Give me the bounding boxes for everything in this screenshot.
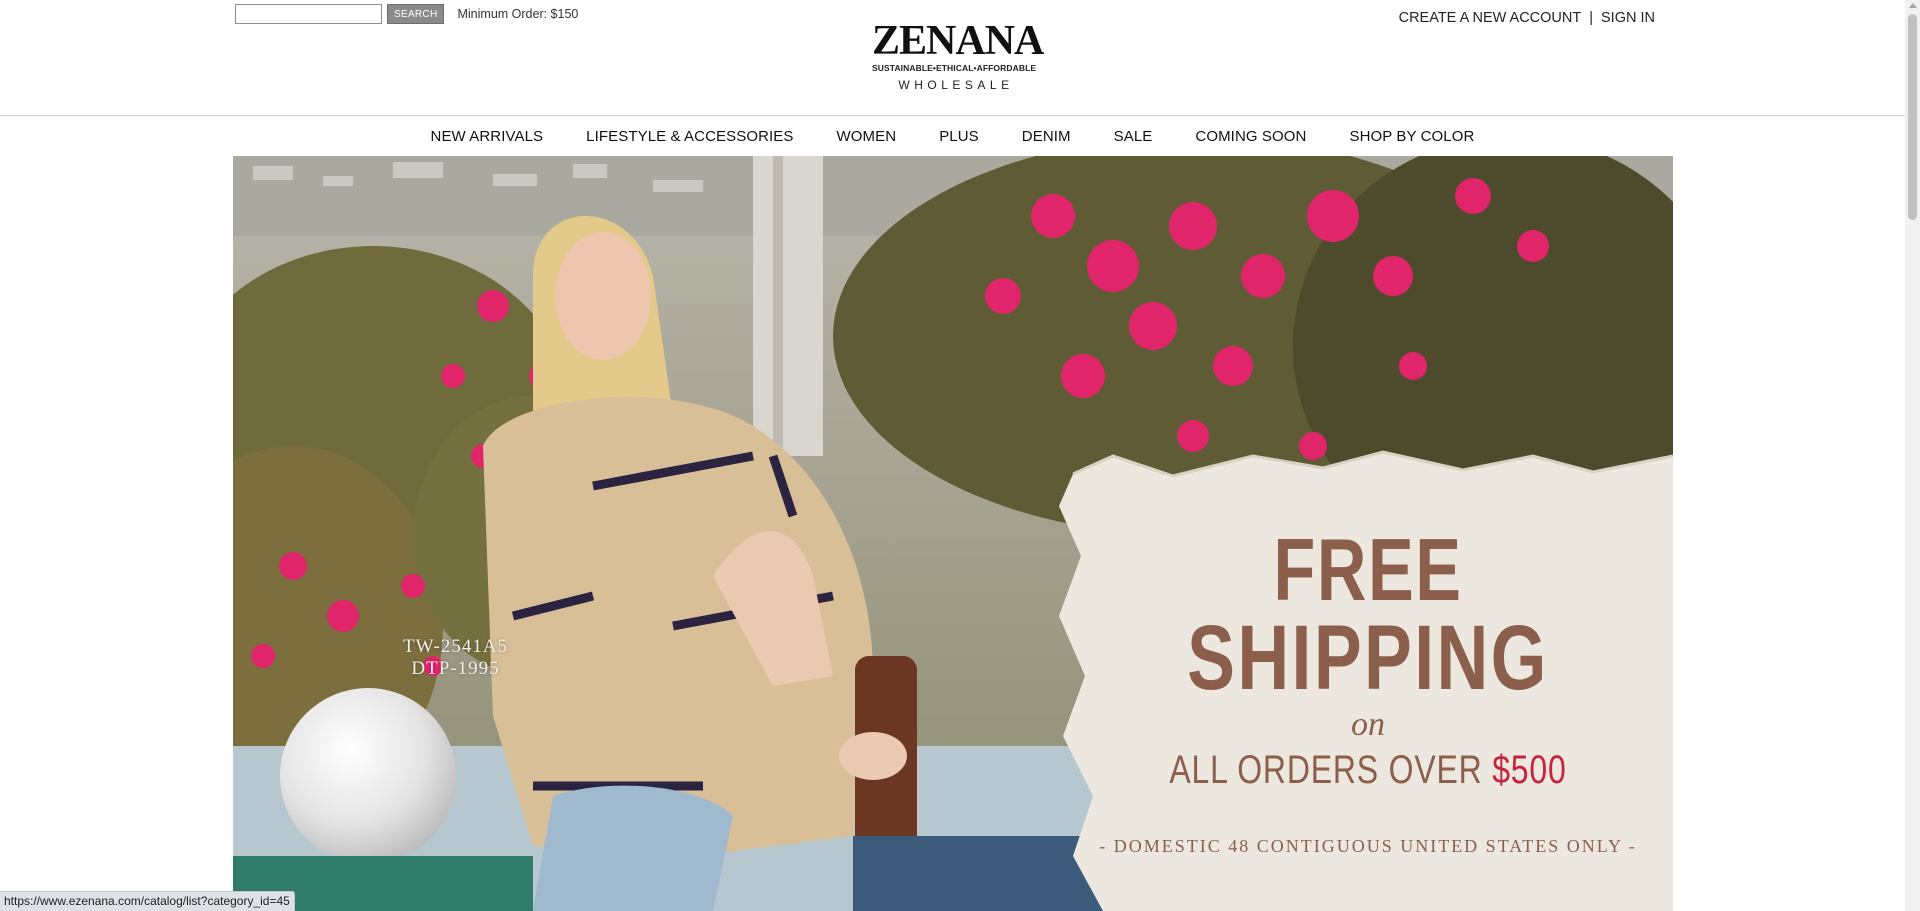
search-button[interactable]: SEARCH xyxy=(387,4,445,24)
nav-lifestyle-accessories[interactable]: LIFESTYLE & ACCESSORIES xyxy=(586,128,793,145)
search-input[interactable] xyxy=(235,4,382,24)
nav-shop-by-color[interactable]: SHOP BY COLOR xyxy=(1350,128,1475,145)
account-separator: | xyxy=(1589,10,1594,26)
logo-subtitle: WHOLESALE xyxy=(898,78,1014,92)
promo-orders-amount: $500 xyxy=(1492,748,1567,792)
promo-shipping-text: SHIPPING xyxy=(1187,607,1549,709)
create-account-link[interactable]: CREATE A NEW ACCOUNT xyxy=(1399,10,1582,26)
site-header: SEARCH Minimum Order: $150 ZENANA SUSTAI… xyxy=(0,0,1905,116)
nav-plus[interactable]: PLUS xyxy=(939,128,979,145)
product-sku-label: TW-2541A5 DTP-1995 xyxy=(403,636,508,680)
promo-domestic-text: - DOMESTIC 48 CONTIGUOUS UNITED STATES O… xyxy=(1099,836,1637,856)
sign-in-link[interactable]: SIGN IN xyxy=(1601,10,1655,26)
promo-orders-text: ALL ORDERS OVER $500 xyxy=(1124,748,1612,793)
promo-on-text: on xyxy=(1351,706,1385,743)
sku-line-1: TW-2541A5 xyxy=(403,636,509,657)
nav-new-arrivals[interactable]: NEW ARRIVALS xyxy=(431,128,544,145)
promo-free-text: FREE xyxy=(1273,520,1463,619)
promo-orders-prefix: ALL ORDERS OVER xyxy=(1169,748,1493,792)
account-links: CREATE A NEW ACCOUNT | SIGN IN xyxy=(1399,10,1655,26)
scroll-up-arrow-icon[interactable] xyxy=(1909,3,1917,8)
search-bar: SEARCH Minimum Order: $150 xyxy=(235,4,578,24)
nav-sale[interactable]: SALE xyxy=(1114,128,1153,145)
scrollbar-thumb[interactable] xyxy=(1908,14,1917,220)
minimum-order-note: Minimum Order: $150 xyxy=(457,7,579,21)
page-scrollbar[interactable] xyxy=(1905,0,1920,911)
main-nav: NEW ARRIVALS LIFESTYLE & ACCESSORIES WOM… xyxy=(0,117,1905,156)
free-shipping-promo: FREE SHIPPING on ALL ORDERS OVER $500 - … xyxy=(1063,156,1673,911)
sku-line-2: DTP-1995 xyxy=(411,658,500,679)
logo-wordmark: ZENANA xyxy=(872,18,1044,64)
nav-denim[interactable]: DENIM xyxy=(1022,128,1071,145)
hero-banner[interactable]: TW-2541A5 DTP-1995 FREE SHIPPING on ALL … xyxy=(233,156,1673,911)
site-logo[interactable]: ZENANA SUSTAINABLE•ETHICAL•AFFORDABLE WH… xyxy=(872,18,1044,92)
status-bar-url: https://www.ezenana.com/catalog/list?cat… xyxy=(0,891,295,911)
logo-tagline: SUSTAINABLE•ETHICAL•AFFORDABLE xyxy=(872,63,1037,73)
nav-coming-soon[interactable]: COMING SOON xyxy=(1195,128,1306,145)
nav-women[interactable]: WOMEN xyxy=(837,128,897,145)
